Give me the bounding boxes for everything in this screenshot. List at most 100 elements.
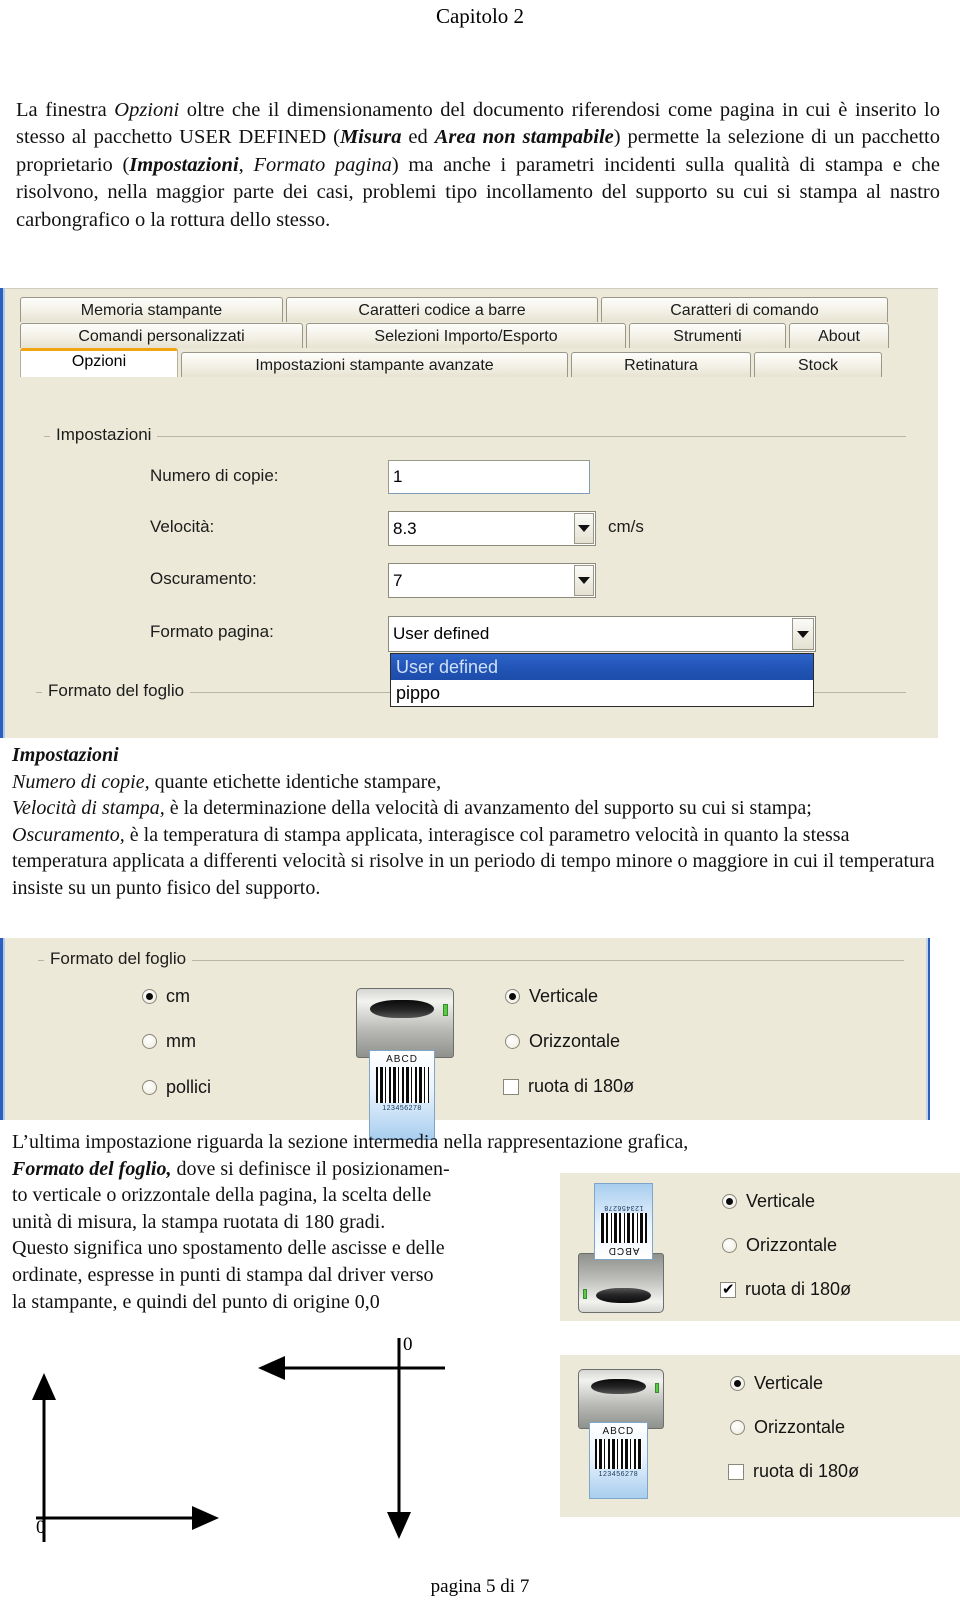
tab-stock[interactable]: Stock: [754, 352, 882, 377]
tab-caratteri-di-comando[interactable]: Caratteri di comando: [601, 297, 888, 322]
opzioni-dialog: Memoria stampante Caratteri codice a bar…: [0, 288, 938, 738]
radio-row-verticale[interactable]: Verticale: [505, 986, 598, 1007]
intro-seg-5: ed: [401, 126, 435, 149]
radio-row-mm[interactable]: mm: [142, 1031, 196, 1052]
oscuramento-combobox[interactable]: 7: [388, 563, 596, 598]
numero-copie-input[interactable]: 1: [388, 460, 590, 494]
radio-pollici-label: pollici: [166, 1077, 212, 1097]
panel-left-border: [0, 938, 5, 1120]
radio-orizzontale-icon[interactable]: [505, 1034, 520, 1049]
formato-pagina-combobox[interactable]: User defined: [388, 616, 816, 652]
checkbox-ruota-180-rotated-label: ruota di 180ø: [745, 1279, 852, 1299]
barcode-icon-rotated: [600, 1212, 647, 1243]
radio-verticale-icon[interactable]: [505, 989, 520, 1004]
tab-selezioni-importo-esporto[interactable]: Selezioni Importo/Esporto: [306, 323, 626, 348]
intro-seg-4-bolditalic: Misura: [339, 126, 402, 149]
radio-verticale-label: Verticale: [529, 986, 599, 1006]
intro-seg-6-bolditalic: Area non stampabile: [434, 126, 614, 149]
printer-led: [443, 1003, 449, 1017]
radio-mm-label: mm: [166, 1031, 196, 1051]
bottom-line-2-bolditalic: Formato del foglio,: [12, 1157, 172, 1180]
mid-paragraph: Impostazioni Numero di copie, quante eti…: [12, 742, 942, 901]
mid-line-2-italic: Velocità di stampa,: [12, 797, 165, 819]
groupbox-impostazioni: Impostazioni: [44, 425, 906, 445]
intro-paragraph: La finestra Opzioni oltre che il dimensi…: [16, 97, 940, 234]
printer-label-preview: ABCD 123456278: [368, 1050, 436, 1140]
radio-cm-label: cm: [166, 986, 190, 1006]
radio-orizzontale-normal-icon[interactable]: [730, 1420, 745, 1435]
radio-mm-icon[interactable]: [142, 1034, 157, 1049]
printer-slot-normal: [590, 1379, 647, 1395]
chevron-down-icon: [797, 630, 809, 638]
velocita-combobox[interactable]: 8.3: [388, 511, 596, 546]
radio-row-cm[interactable]: cm: [142, 986, 190, 1007]
printer-body: [356, 988, 454, 1058]
mid-line-2-rest: è la determinazione della velocità di av…: [164, 797, 812, 819]
groupbox-impostazioni-rule: [44, 436, 906, 437]
bottom-line-7: la stampante, e quindi del punto di orig…: [12, 1290, 380, 1313]
radio-row-orizzontale-rotated[interactable]: Orizzontale: [722, 1235, 837, 1256]
tab-retinatura[interactable]: Retinatura: [571, 352, 751, 377]
radio-row-orizzontale[interactable]: Orizzontale: [505, 1031, 620, 1052]
tab-strip: Memoria stampante Caratteri codice a bar…: [20, 296, 922, 377]
printer-body-normal: [578, 1369, 664, 1429]
printer-label-text-rotated: ABCD: [607, 1244, 640, 1256]
tab-row-2: Comandi personalizzati Selezioni Importo…: [20, 322, 922, 348]
velocita-label: Velocità:: [150, 517, 215, 536]
radio-verticale-normal-icon[interactable]: [730, 1376, 745, 1391]
groupbox-formato-foglio-title: Formato del foglio: [42, 681, 191, 701]
tab-impostazioni-stampante-avanzate[interactable]: Impostazioni stampante avanzate: [181, 352, 568, 377]
checkbox-row-ruota-180-rotated[interactable]: ruota di 180ø: [720, 1279, 851, 1300]
tab-comandi-personalizzati[interactable]: Comandi personalizzati: [20, 323, 303, 348]
printer-label-text: ABCD: [386, 1054, 418, 1066]
groupbox-impostazioni-title: Impostazioni: [50, 425, 158, 445]
radio-orizzontale-label: Orizzontale: [529, 1031, 621, 1051]
page-title: Capitolo 2: [435, 4, 525, 28]
formato-pagina-dropdown-list[interactable]: User defined pippo: [390, 653, 814, 707]
bottom-line-2-rest: dove si definisce il posizionamen-: [171, 1157, 450, 1180]
numero-copie-label: Numero di copie:: [150, 466, 279, 485]
radio-row-verticale-normal[interactable]: Verticale: [730, 1373, 823, 1394]
tab-strumenti[interactable]: Strumenti: [629, 323, 786, 348]
dropdown-option-user-defined[interactable]: User defined: [391, 654, 813, 680]
printer-preview-rotated-icon: ABCD 123456278: [578, 1183, 664, 1313]
velocita-dropdown-arrow[interactable]: [574, 513, 594, 544]
radio-row-pollici[interactable]: pollici: [142, 1077, 211, 1098]
radio-cm-icon[interactable]: [142, 989, 157, 1004]
tab-row-1: Memoria stampante Caratteri codice a bar…: [20, 296, 922, 322]
radio-orizzontale-rotated-icon[interactable]: [722, 1238, 737, 1253]
checkbox-ruota-180-normal-label: ruota di 180ø: [753, 1461, 860, 1481]
mid-heading: Impostazioni: [12, 744, 119, 766]
oscuramento-dropdown-arrow[interactable]: [574, 565, 594, 596]
dropdown-option-pippo[interactable]: pippo: [391, 680, 813, 706]
checkbox-row-ruota-180-normal[interactable]: ruota di 180ø: [728, 1461, 859, 1482]
radio-row-verticale-rotated[interactable]: Verticale: [722, 1191, 815, 1212]
orientation-panel-rotated: ABCD 123456278 Verticale Orizzontale ruo…: [560, 1173, 960, 1321]
tab-opzioni[interactable]: Opzioni: [20, 348, 178, 377]
tab-about[interactable]: About: [789, 323, 889, 348]
radio-verticale-normal-label: Verticale: [754, 1373, 824, 1393]
printer-label-text-normal: ABCD: [602, 1426, 635, 1438]
formato-pagina-dropdown-arrow[interactable]: [792, 618, 814, 650]
mid-line-2: Velocità di stampa, è la determinazione …: [12, 795, 942, 822]
radio-verticale-rotated-icon[interactable]: [722, 1194, 737, 1209]
bottom-line-5: Questo significa uno spostamento delle a…: [12, 1237, 445, 1260]
printer-preview-normal-icon: ABCD 123456278: [578, 1369, 664, 1499]
checkbox-ruota-180-icon[interactable]: [503, 1078, 519, 1095]
formato-pagina-value: User defined: [393, 624, 490, 643]
bottom-line-6: ordinate, espresse in punti di stampa da…: [12, 1263, 434, 1286]
checkbox-ruota-180-rotated-icon[interactable]: [720, 1280, 736, 1298]
radio-row-orizzontale-normal[interactable]: Orizzontale: [730, 1417, 845, 1438]
origin-label-right: 0: [403, 1334, 413, 1355]
panel-right-border: [926, 938, 930, 1120]
radio-pollici-icon[interactable]: [142, 1080, 157, 1095]
tab-caratteri-codice-a-barre[interactable]: Caratteri codice a barre: [286, 297, 598, 322]
checkbox-row-ruota-180[interactable]: ruota di 180ø: [503, 1076, 634, 1097]
checkbox-ruota-180-normal-icon[interactable]: [728, 1463, 744, 1480]
intro-seg-1: La finestra: [16, 99, 115, 121]
mid-line-3-rest: è la temperatura di stampa applicata, in…: [12, 823, 935, 899]
printer-label-number: 123456278: [382, 1104, 422, 1112]
tab-memoria-stampante[interactable]: Memoria stampante: [20, 297, 283, 322]
groupbox-formato-foglio-title-2: Formato del foglio: [44, 949, 193, 969]
bottom-line-4: unità di misura, la stampa ruotata di 18…: [12, 1210, 386, 1233]
